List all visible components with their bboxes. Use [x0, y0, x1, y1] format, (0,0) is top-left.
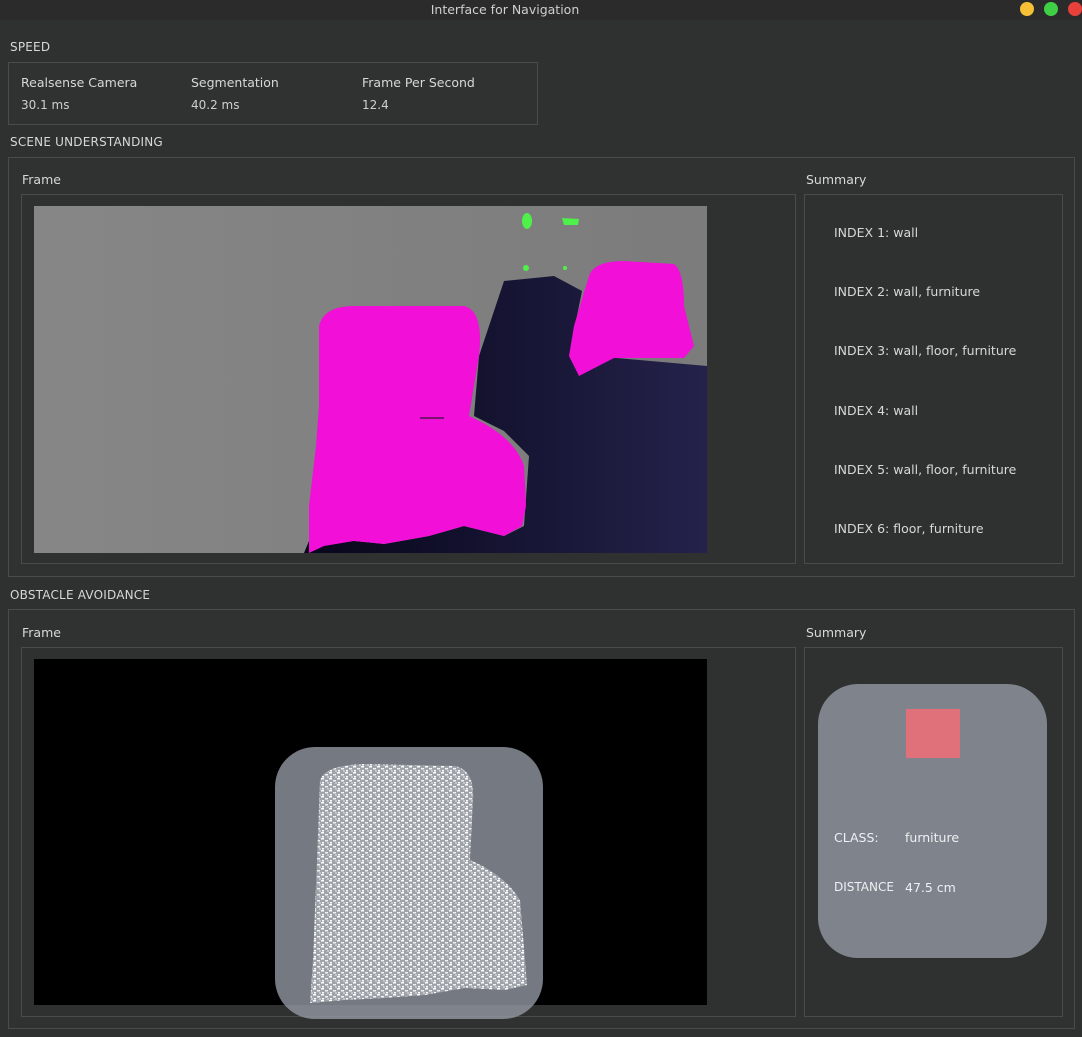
summary-index-2: INDEX 2: — [834, 284, 890, 299]
segmentation-frame — [34, 206, 707, 553]
class-value: furniture — [905, 830, 960, 845]
speed-panel — [8, 62, 538, 125]
metric-value-fps: 12.4 — [362, 98, 389, 112]
summary-classes-1: wall — [893, 225, 919, 240]
summary-index-4: INDEX 4: — [834, 403, 890, 418]
obstacle-point-cloud — [310, 764, 527, 1003]
scene-heading: SCENE UNDERSTANDING — [10, 135, 163, 149]
summary-line-2: INDEX 2: wall, furniture — [834, 284, 980, 299]
marker-3 — [523, 265, 529, 271]
marker-1 — [522, 213, 532, 229]
summary-index-6: INDEX 6: — [834, 521, 890, 536]
obstacle-frame-label: Frame — [22, 625, 61, 640]
summary-classes-2: wall, furniture — [893, 284, 981, 299]
summary-line-1: INDEX 1: wall — [834, 225, 918, 240]
summary-classes-4: wall — [893, 403, 919, 418]
scene-frame-label: Frame — [22, 172, 61, 187]
summary-classes-3: wall, floor, furniture — [893, 343, 1017, 358]
window-title: Interface for Navigation — [430, 2, 580, 17]
class-label: CLASS: — [834, 830, 879, 845]
speed-heading: SPEED — [10, 40, 51, 54]
distance-value: 47.5 cm — [905, 880, 956, 895]
marker-2 — [562, 218, 579, 225]
summary-index-1: INDEX 1: — [834, 225, 890, 240]
summary-classes-6: floor, furniture — [893, 521, 984, 536]
metric-label-segmentation: Segmentation — [191, 75, 279, 90]
metric-value-segmentation: 40.2 ms — [191, 98, 240, 112]
summary-line-6: INDEX 6: floor, furniture — [834, 521, 984, 536]
obstacle-summary-label: Summary — [806, 625, 867, 640]
maximize-button[interactable] — [1044, 2, 1058, 16]
close-button[interactable] — [1068, 2, 1082, 16]
obstacle-heading: OBSTACLE AVOIDANCE — [10, 588, 151, 602]
minimize-button[interactable] — [1020, 2, 1034, 16]
summary-classes-5: wall, floor, furniture — [893, 462, 1017, 477]
summary-index-5: INDEX 5: — [834, 462, 890, 477]
metric-label-fps: Frame Per Second — [362, 75, 475, 90]
summary-line-3: INDEX 3: wall, floor, furniture — [834, 343, 1016, 358]
metric-value-camera: 30.1 ms — [21, 98, 70, 112]
metric-label-camera: Realsense Camera — [21, 75, 138, 90]
summary-line-5: INDEX 5: wall, floor, furniture — [834, 462, 1016, 477]
scene-summary-label: Summary — [806, 172, 867, 187]
distance-label: DISTANCE — [834, 880, 894, 894]
summary-line-4: INDEX 4: wall — [834, 403, 918, 418]
obstacle-color-swatch — [906, 709, 960, 758]
summary-index-3: INDEX 3: — [834, 343, 890, 358]
scene-summary-box — [804, 194, 1063, 564]
marker-4 — [563, 266, 567, 270]
